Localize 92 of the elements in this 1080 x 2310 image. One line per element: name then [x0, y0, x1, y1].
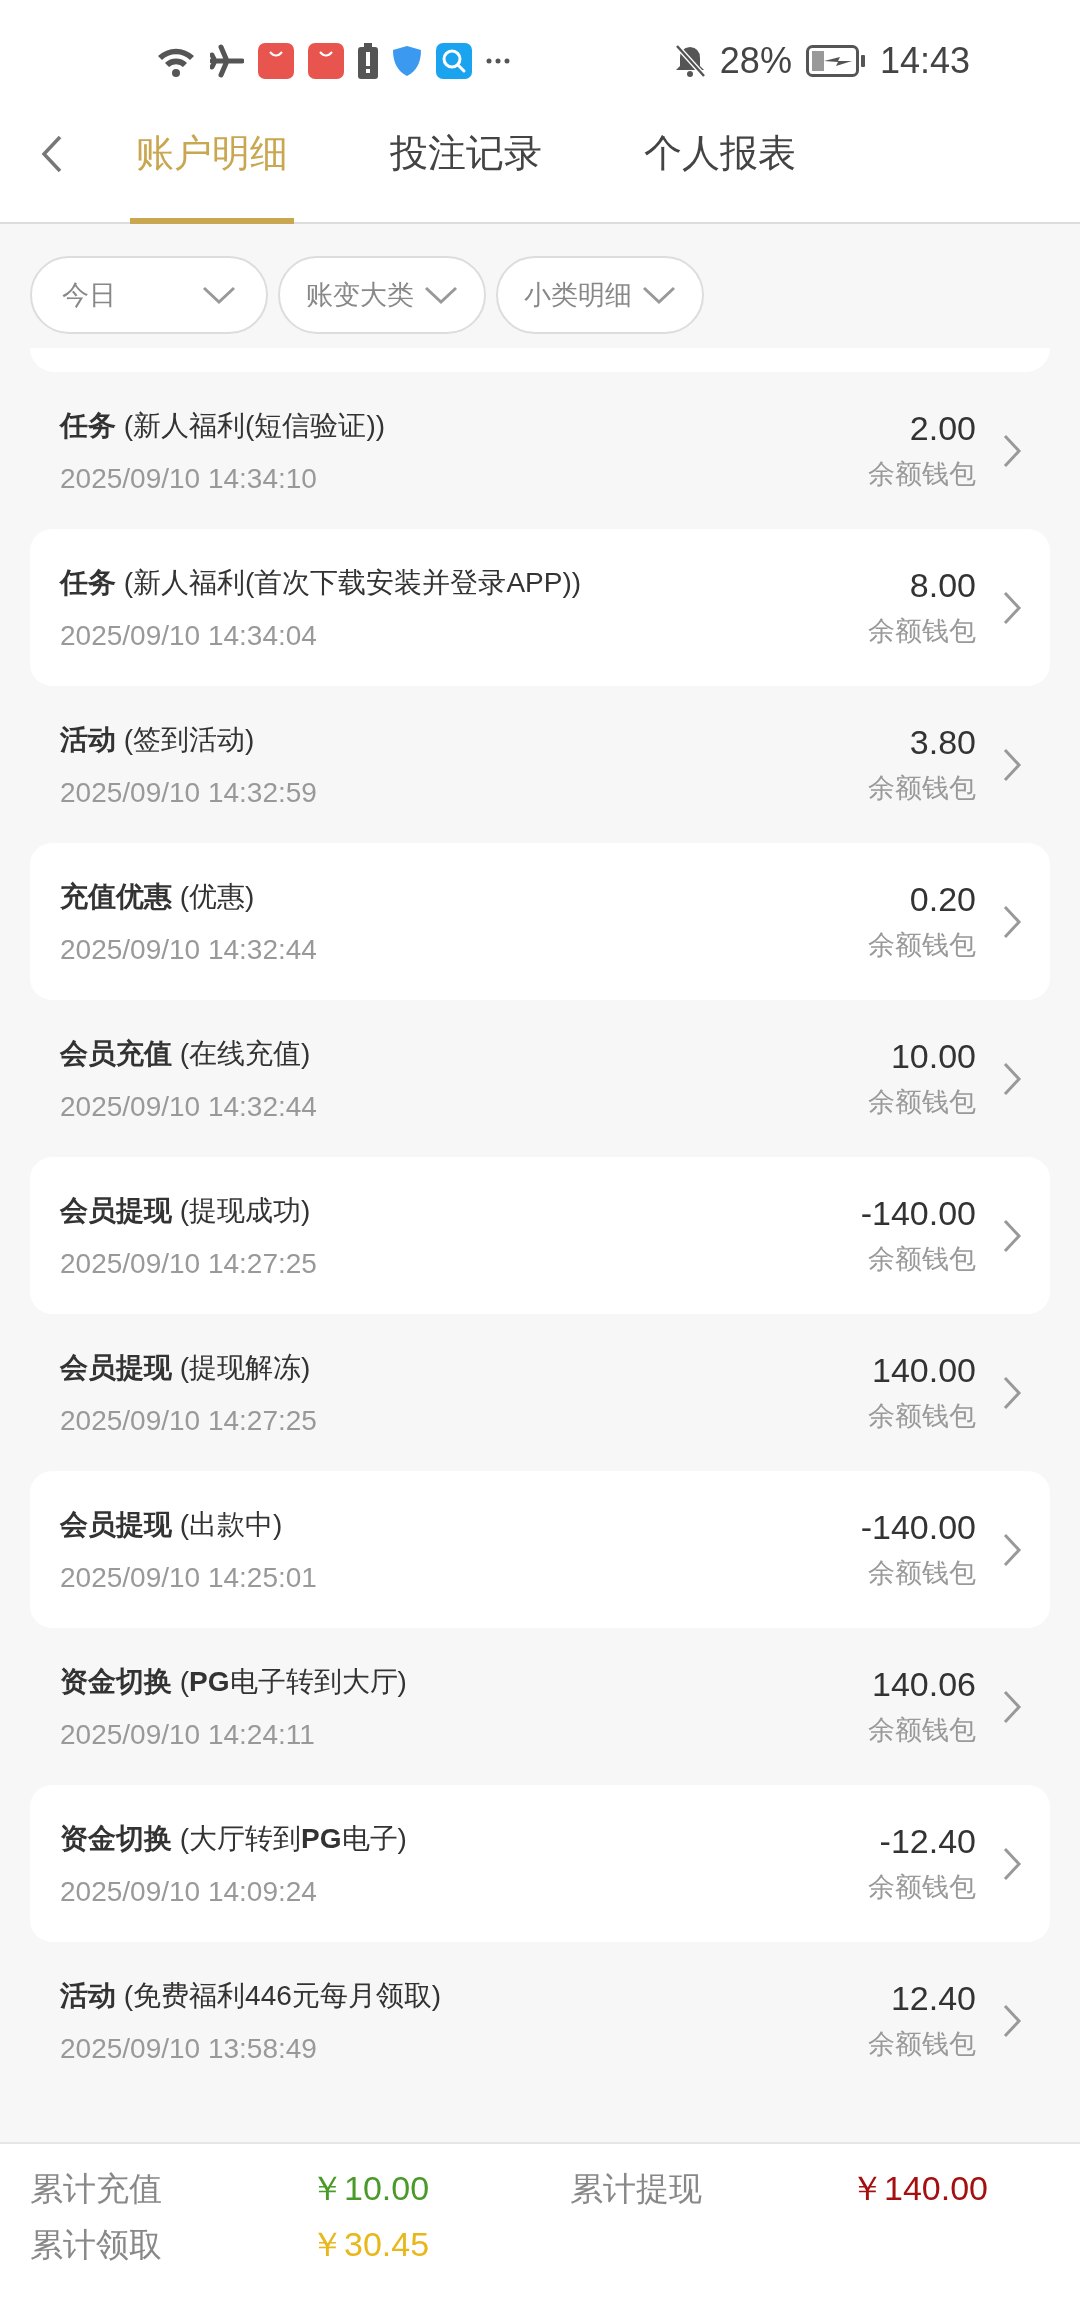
record-time: 2025/09/10 14:32:44	[60, 1090, 318, 1123]
shield-icon	[392, 45, 422, 77]
wallet-label: 余额钱包	[868, 458, 976, 491]
tab[interactable]: 个人报表	[638, 122, 802, 224]
record-row[interactable]: 活动 (签到活动) 2025/09/10 14:32:59 3.80 余额钱包	[30, 686, 1050, 843]
record-amount: -140.00	[860, 1194, 976, 1233]
record-amount: 2.00	[909, 409, 976, 448]
record-title: 会员提现 (出款中)	[60, 1507, 284, 1542]
shopping-bag-icon	[308, 43, 344, 79]
record-amount: 8.00	[909, 566, 976, 605]
total-label: 累计领取	[30, 2224, 163, 2265]
chevron-right-icon	[1002, 2002, 1022, 2039]
record-amount: -140.00	[860, 1508, 976, 1547]
record-amount: 3.80	[909, 723, 976, 762]
record-time: 2025/09/10 14:24:11	[60, 1718, 316, 1751]
more-icon	[486, 58, 510, 64]
wallet-label: 余额钱包	[868, 1086, 976, 1119]
total-value: ￥10.00	[310, 2168, 430, 2209]
record-time: 2025/09/10 14:34:04	[60, 619, 318, 652]
chevron-right-icon	[1002, 1217, 1022, 1254]
chevron-right-icon	[1002, 746, 1022, 783]
chevron-right-icon	[1002, 1531, 1022, 1568]
total-label: 累计提现	[570, 2168, 703, 2209]
record-row[interactable]: 资金切换 (大厅转到PG电子) 2025/09/10 14:09:24 -12.40 余额钱包	[30, 1785, 1050, 1942]
record-title: 活动 (免费福利446元每月领取)	[60, 1978, 443, 2013]
filter-dropdown[interactable]: 小类明细	[496, 256, 704, 334]
chevron-down-icon	[424, 285, 458, 305]
total-value: ￥140.00	[850, 2168, 988, 2209]
record-title: 会员提现 (提现解冻)	[60, 1350, 312, 1385]
record-row[interactable]: 会员充值 (在线充值) 2025/09/10 14:32:44 10.00 余额钱包	[30, 1000, 1050, 1157]
wallet-label: 余额钱包	[868, 1557, 976, 1590]
record-time: 2025/09/10 14:32:59	[60, 776, 318, 809]
record-amount: 0.20	[909, 880, 976, 919]
battery-alert-icon	[358, 43, 378, 79]
chevron-right-icon	[1002, 432, 1022, 469]
chevron-right-icon	[1002, 1845, 1022, 1882]
filter-dropdown[interactable]: 账变大类	[278, 256, 486, 334]
record-title: 会员充值 (在线充值)	[60, 1036, 312, 1071]
battery-percentage: 28%	[719, 40, 792, 82]
chevron-right-icon	[1002, 1688, 1022, 1725]
shopping-bag-icon	[258, 43, 294, 79]
search-app-icon	[436, 43, 472, 79]
record-title: 充值优惠 (优惠)	[60, 879, 256, 914]
record-time: 2025/09/10 14:25:01	[60, 1561, 318, 1594]
record-row[interactable]: 会员提现 (提现成功) 2025/09/10 14:27:25 -140.00 余额钱包	[30, 1157, 1050, 1314]
record-title: 任务 (新人福利(短信验证))	[60, 408, 387, 443]
bell-off-icon	[673, 44, 706, 78]
chevron-right-icon	[1002, 903, 1022, 940]
record-time: 2025/09/10 13:58:49	[60, 2032, 318, 2065]
chevron-right-icon	[1002, 1374, 1022, 1411]
record-row[interactable]: 任务 (新人福利(短信验证)) 2025/09/10 14:34:10 2.00 余额钱包	[30, 372, 1050, 529]
airplane-icon	[210, 44, 244, 78]
record-title: 资金切换 (大厅转到PG电子)	[60, 1821, 408, 1856]
wallet-label: 余额钱包	[868, 1871, 976, 1904]
record-amount: 140.06	[872, 1665, 976, 1704]
total-value: ￥30.45	[310, 2224, 430, 2265]
wallet-label: 余额钱包	[868, 1400, 976, 1433]
wallet-label: 余额钱包	[868, 1714, 976, 1747]
clock-time: 14:43	[879, 40, 970, 82]
record-title: 活动 (签到活动)	[60, 722, 256, 757]
wallet-label: 余额钱包	[868, 772, 976, 805]
wallet-label: 余额钱包	[868, 2028, 976, 2061]
wallet-label: 余额钱包	[868, 929, 976, 962]
record-time: 2025/09/10 14:32:44	[60, 933, 318, 966]
record-amount: 12.40	[890, 1979, 976, 2018]
filter-dropdown[interactable]: 今日	[30, 256, 268, 334]
back-icon[interactable]	[40, 134, 64, 174]
record-row[interactable]: 任务 (新人福利(首次下载安装并登录APP)) 2025/09/10 14:34:04 8.00 余额钱包	[30, 529, 1050, 686]
record-time: 2025/09/10 14:27:25	[60, 1404, 318, 1437]
record-amount: 140.00	[872, 1351, 976, 1390]
record-row[interactable]: 充值优惠 (优惠) 2025/09/10 14:32:44 0.20 余额钱包	[30, 843, 1050, 1000]
record-title: 任务 (新人福利(首次下载安装并登录APP))	[60, 565, 583, 600]
record-row[interactable]: 资金切换 (PG电子转到大厅) 2025/09/10 14:24:11 140.06 余额钱包	[30, 1628, 1050, 1785]
record-title: 会员提现 (提现成功)	[60, 1193, 312, 1228]
total-label: 累计充值	[30, 2168, 163, 2209]
record-row[interactable]: 活动 (免费福利446元每月领取) 2025/09/10 13:58:49 12.40 余额钱包	[30, 1942, 1050, 2099]
wallet-label: 余额钱包	[868, 1243, 976, 1276]
record-row[interactable]: 会员提现 (出款中) 2025/09/10 14:25:01 -140.00 余额钱包	[30, 1471, 1050, 1628]
record-time: 2025/09/10 14:27:25	[60, 1247, 318, 1280]
chevron-right-icon	[1002, 589, 1022, 626]
tab[interactable]: 投注记录	[384, 122, 548, 224]
chevron-down-icon	[202, 285, 236, 305]
record-amount: -12.40	[879, 1822, 976, 1861]
record-time: 2025/09/10 14:09:24	[60, 1875, 318, 1908]
record-amount: 10.00	[890, 1037, 976, 1076]
record-time: 2025/09/10 14:34:10	[60, 462, 318, 495]
battery-charging-icon	[805, 45, 866, 77]
chevron-right-icon	[1002, 1060, 1022, 1097]
record-title: 资金切换 (PG电子转到大厅)	[60, 1664, 408, 1699]
record-row[interactable]: 会员提现 (提现解冻) 2025/09/10 14:27:25 140.00 余额钱包	[30, 1314, 1050, 1471]
wallet-label: 余额钱包	[868, 615, 976, 648]
chevron-down-icon	[642, 285, 676, 305]
